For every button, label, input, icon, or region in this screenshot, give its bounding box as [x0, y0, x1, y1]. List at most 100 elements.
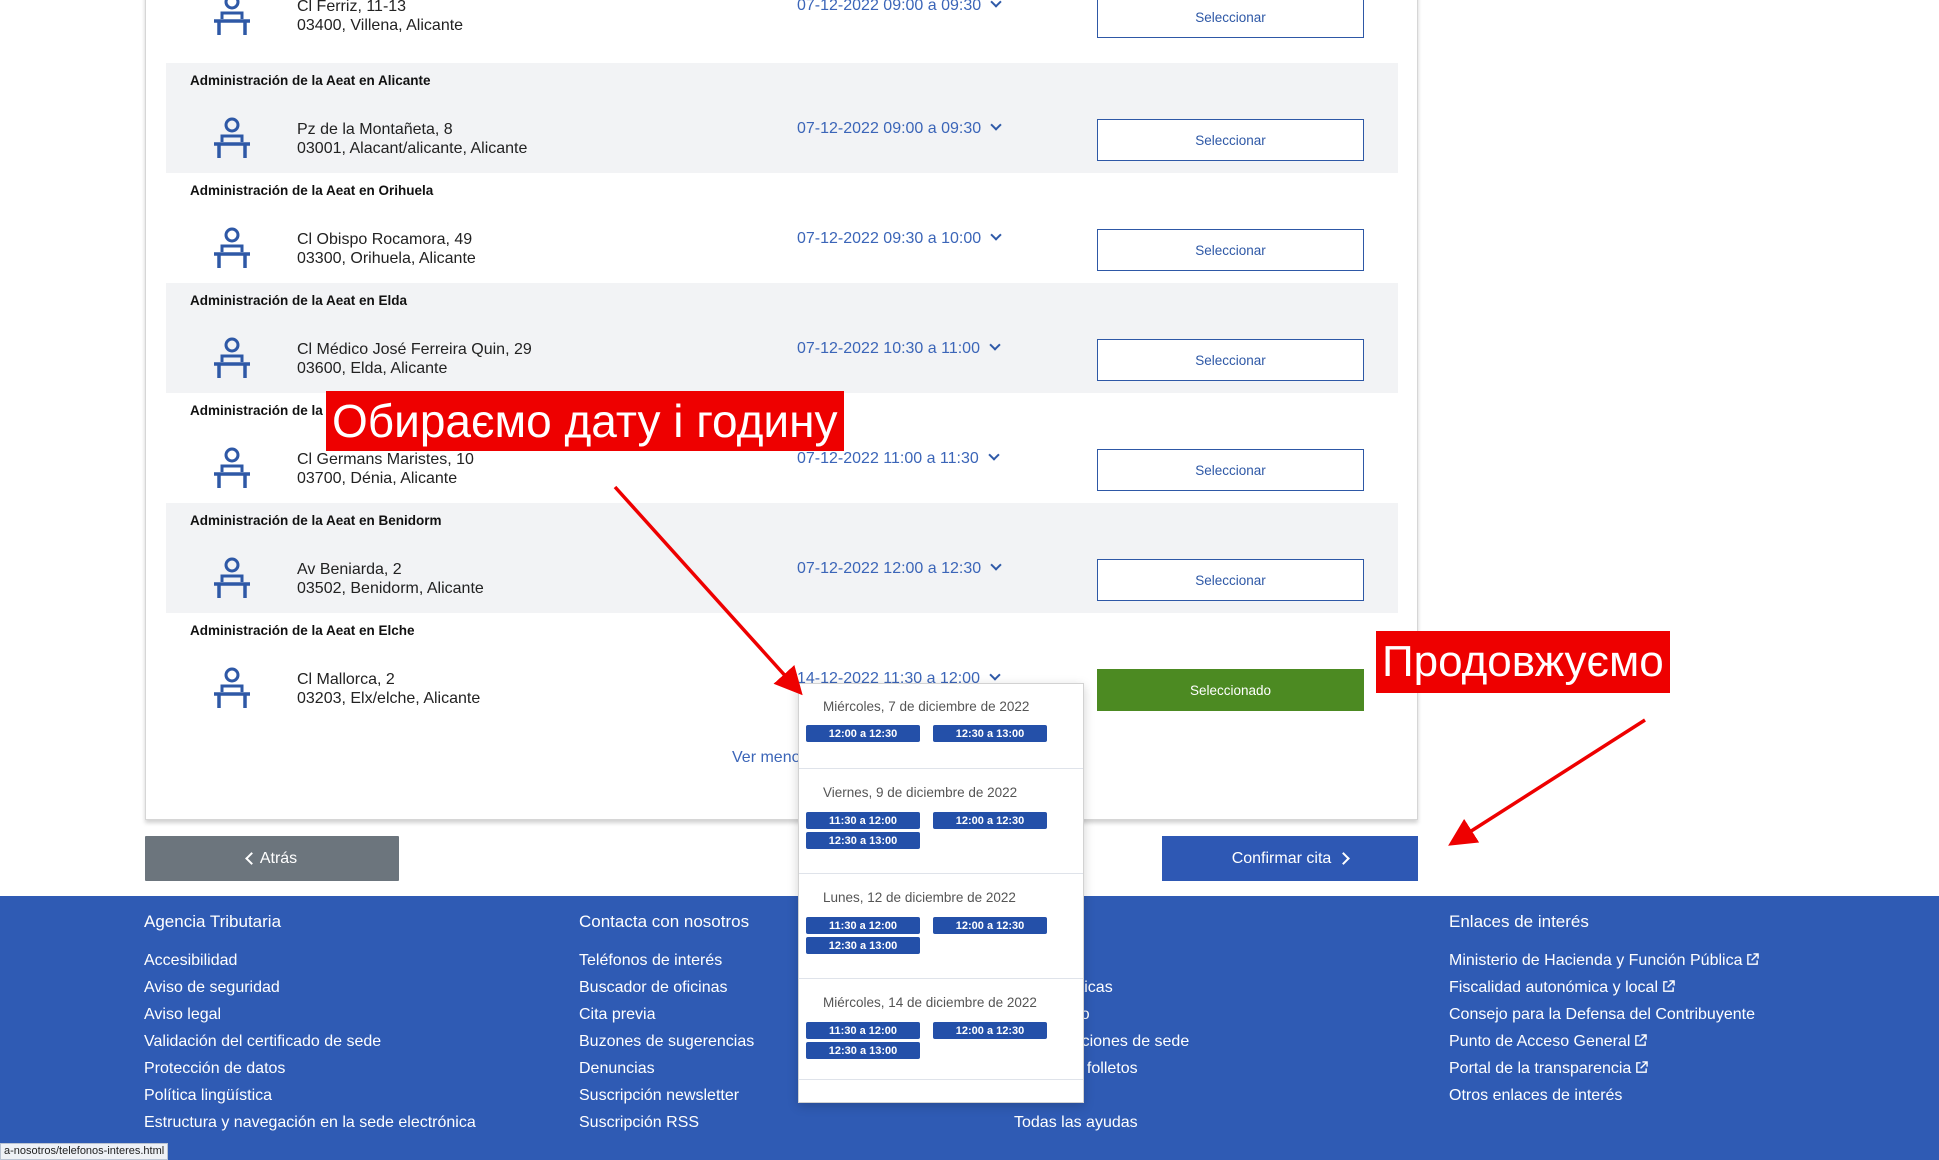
office-row: Cl Ferriz, 11-13 03400, Villena, Alicante…	[166, 0, 1398, 50]
office-desk-icon	[211, 446, 253, 490]
footer-link[interactable]: Aviso de seguridad	[144, 974, 476, 1001]
footer-col-title: Enlaces de interés	[1449, 912, 1589, 931]
footer-link[interactable]: Fiscalidad autonómica y local	[1449, 974, 1759, 1001]
time-slot-button[interactable]: 12:30 a 13:00	[806, 1042, 920, 1059]
footer-col-contacta: Contacta con nosotros Teléfonos de inter…	[579, 912, 754, 1136]
annotation-choose-date: Обираємо дату і годину	[326, 391, 844, 451]
date-time-dropdown: Miércoles, 7 de diciembre de 2022 12:00 a…	[798, 683, 1084, 1103]
office-date-dropdown[interactable]: 07-12-2022 10:30 a 11:00	[797, 339, 1001, 358]
footer-link-text: Punto de Acceso General	[1449, 1033, 1631, 1050]
time-slot-button[interactable]: 12:00 a 12:30	[933, 812, 1047, 829]
office-city: 03600, Elda, Alicante	[297, 360, 448, 377]
office-desk-icon	[211, 666, 253, 710]
office-title: Administración de la Aeat en Alicante	[190, 73, 431, 88]
footer-link[interactable]: Estructura y navegación en la sede elect…	[144, 1109, 476, 1136]
office-title: Administración de la Aeat en Elche	[190, 623, 415, 638]
office-city: 03400, Villena, Alicante	[297, 17, 464, 34]
office-street: Cl Médico José Ferreira Quin, 29	[297, 341, 532, 358]
footer-link[interactable]: Portal de la transparencia	[1449, 1055, 1759, 1082]
office-city: 03502, Benidorm, Alicante	[297, 580, 484, 597]
day-label: Viernes, 9 de diciembre de 2022	[823, 785, 1018, 800]
footer-link[interactable]: Suscripción RSS	[579, 1109, 754, 1136]
day-separator	[799, 1079, 1083, 1080]
select-button[interactable]: Seleccionar	[1097, 0, 1364, 38]
page: Cl Ferriz, 11-13 03400, Villena, Alicante…	[0, 0, 1939, 1160]
office-title: Administración de la Aeat en Orihuela	[190, 183, 434, 198]
back-button[interactable]: Atrás	[145, 836, 399, 881]
chevron-right-icon	[1337, 852, 1351, 865]
footer-link[interactable]: Otros enlaces de interés	[1449, 1082, 1759, 1109]
office-desk-icon	[211, 0, 253, 37]
confirm-appointment-button[interactable]: Confirmar cita	[1162, 836, 1418, 881]
office-date-dropdown[interactable]: 07-12-2022 11:00 a 11:30	[797, 449, 1000, 468]
footer-link[interactable]: Teléfonos de interés	[579, 947, 754, 974]
office-street: Cl Obispo Rocamora, 49	[297, 231, 473, 248]
select-button[interactable]: Seleccionar	[1097, 229, 1364, 271]
footer-link[interactable]: Punto de Acceso General	[1449, 1028, 1759, 1055]
ver-menos-link[interactable]: Ver menos	[732, 749, 808, 767]
day-label: Miércoles, 7 de diciembre de 2022	[823, 699, 1030, 714]
office-desk-icon	[211, 556, 253, 600]
footer-col-title: Agencia Tributaria	[144, 912, 282, 931]
footer-link[interactable]: Consejo para la Defensa del Contribuyent…	[1449, 1001, 1759, 1028]
footer-link[interactable]: Buzones de sugerencias	[579, 1028, 754, 1055]
office-title: Administración de la	[190, 403, 323, 418]
time-slot-button[interactable]: 11:30 a 12:00	[806, 917, 920, 934]
footer-link-text: Ministerio de Hacienda y Función Pública	[1449, 952, 1743, 969]
time-slot-button[interactable]: 12:30 a 13:00	[806, 937, 920, 954]
office-date-text: 07-12-2022 11:00 a 11:30	[797, 450, 979, 467]
footer-link[interactable]: Política lingüística	[144, 1082, 476, 1109]
office-address: Cl Obispo Rocamora, 49 03300, Orihuela, A…	[297, 230, 476, 268]
footer-link[interactable]: Suscripción newsletter	[579, 1082, 754, 1109]
office-desk-icon	[211, 226, 253, 270]
office-date-dropdown[interactable]: 07-12-2022 09:00 a 09:30	[797, 119, 1002, 138]
office-city: 03203, Elx/elche, Alicante	[297, 690, 481, 707]
time-slot-button[interactable]: 12:30 a 13:00	[933, 725, 1047, 742]
select-button[interactable]: Seleccionar	[1097, 119, 1364, 161]
footer-link[interactable]: Validación del certificado de sede	[144, 1028, 476, 1055]
time-slot-button[interactable]: 11:30 a 12:00	[806, 812, 920, 829]
footer-link[interactable]: Todas las ayudas	[1014, 1109, 1189, 1136]
back-button-label: Atrás	[259, 849, 298, 867]
chevron-down-icon	[989, 339, 1001, 351]
office-date-dropdown[interactable]: 07-12-2022 12:00 a 12:30	[797, 559, 1002, 578]
footer-link[interactable]: Denuncias	[579, 1055, 754, 1082]
office-date-dropdown[interactable]: 07-12-2022 09:00 a 09:30	[797, 0, 1002, 15]
footer-link[interactable]: Accesibilidad	[144, 947, 476, 974]
office-row: Administración de la Aeat en Orihuela Cl …	[166, 173, 1398, 283]
footer-link-text: Fiscalidad autonómica y local	[1449, 979, 1658, 996]
chevron-down-icon	[990, 229, 1002, 241]
office-street: Av Beniarda, 2	[297, 561, 402, 578]
footer-link[interactable]: Buscador de oficinas	[579, 974, 754, 1001]
office-city: 03001, Alacant/alicante, Alicante	[297, 140, 528, 157]
time-slot-button[interactable]: 12:00 a 12:30	[933, 1022, 1047, 1039]
footer-link[interactable]: Ministerio de Hacienda y Función Pública	[1449, 947, 1760, 974]
chevron-left-icon	[244, 852, 258, 865]
footer-link-text: Otros enlaces de interés	[1449, 1087, 1623, 1104]
footer-link[interactable]: Aviso legal	[144, 1001, 476, 1028]
office-street: Pz de la Montañeta, 8	[297, 121, 453, 138]
select-button[interactable]: Seleccionar	[1097, 559, 1364, 601]
office-date-dropdown[interactable]: 07-12-2022 09:30 a 10:00	[797, 229, 1002, 248]
office-city: 03300, Orihuela, Alicante	[297, 250, 476, 267]
office-row: Administración de la Aeat en Alicante Pz …	[166, 63, 1398, 173]
time-slot-button[interactable]: 12:30 a 13:00	[806, 832, 920, 849]
select-button[interactable]: Seleccionar	[1097, 339, 1364, 381]
day-separator	[799, 978, 1083, 979]
external-link-icon	[1636, 1061, 1649, 1073]
office-date-text: 07-12-2022 10:30 a 11:00	[797, 340, 980, 357]
time-slot-button[interactable]: 11:30 a 12:00	[806, 1022, 920, 1039]
select-button[interactable]: Seleccionar	[1097, 449, 1364, 491]
footer-link[interactable]: Cita previa	[579, 1001, 754, 1028]
selected-button[interactable]: Seleccionado	[1097, 669, 1364, 711]
office-title: Administración de la Aeat en Elda	[190, 293, 408, 308]
time-slot-button[interactable]: 12:00 a 12:30	[933, 917, 1047, 934]
office-title: Administración de la Aeat en Benidorm	[190, 513, 442, 528]
office-row: Administración de la Aeat en Elche Cl Mal…	[166, 613, 1398, 723]
office-address: Pz de la Montañeta, 8 03001, Alacant/alic…	[297, 120, 527, 158]
time-slot-button[interactable]: 12:00 a 12:30	[806, 725, 920, 742]
office-row: Administración de la Aeat en Benidorm Av …	[166, 503, 1398, 613]
office-street: Cl Ferriz, 11-13	[297, 0, 407, 15]
footer-link-text: Consejo para la Defensa del Contribuyent…	[1449, 1006, 1755, 1023]
footer-link[interactable]: Protección de datos	[144, 1055, 476, 1082]
